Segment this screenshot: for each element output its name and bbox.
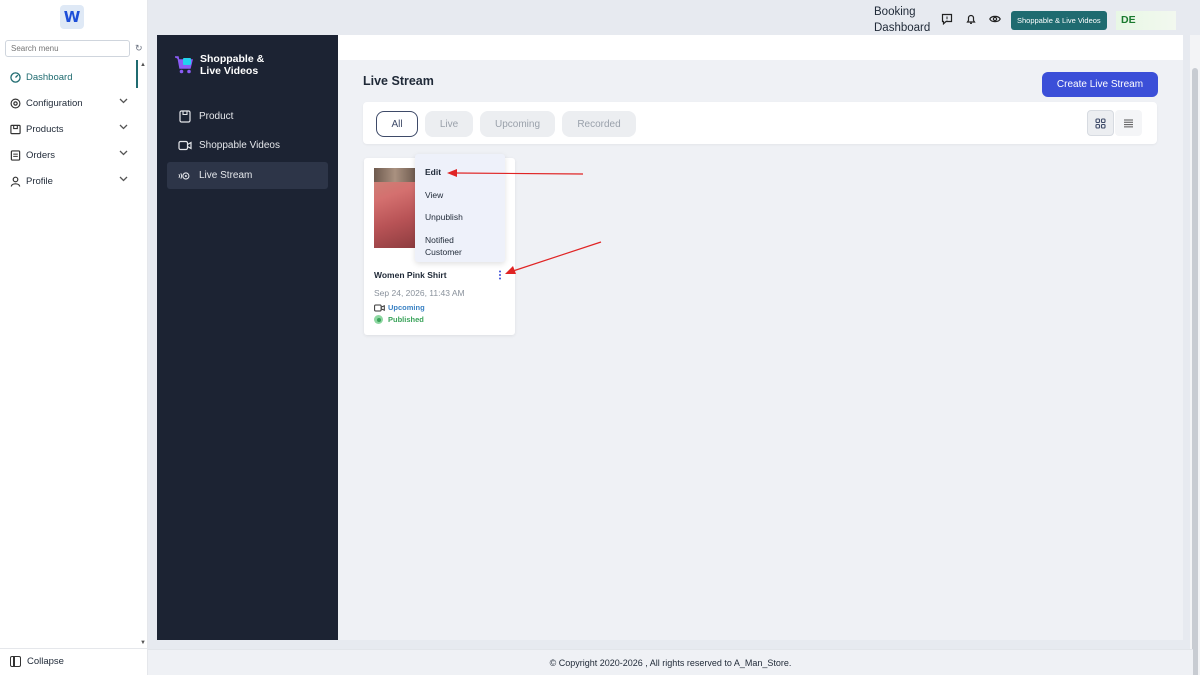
booking-dashboard-link[interactable]: Booking Dashboard [874,4,930,36]
sidebar-item-label: Orders [26,149,56,161]
create-live-stream-button[interactable]: Create Live Stream [1042,72,1158,97]
app-nav-label: Live Stream [199,170,253,181]
scroll-down-arrow-icon[interactable]: ▼ [140,640,146,646]
copyright-text: © Copyright 2020-2026 , All rights reser… [549,657,792,668]
status-badge: Upcoming [374,303,425,312]
app-nav: Shoppable & Live Videos Product Shoppabl… [157,35,338,640]
sidebar-item-configuration[interactable]: Configuration [0,90,140,116]
app-nav-item-product[interactable]: Product [167,103,328,130]
filter-bar: All Live Upcoming Recorded [363,102,1157,144]
menu-item-view[interactable]: View [425,189,443,201]
menu-item-notified[interactable]: Notified [425,234,454,246]
box-icon [10,124,21,135]
menu-item-edit[interactable]: Edit [425,166,441,178]
booking-line1: Booking [874,6,916,18]
filter-all[interactable]: All [376,111,418,137]
sidebar-item-label: Products [26,123,64,135]
top-header: Booking Dashboard Shoppable & Live Video… [148,0,1200,35]
chevron-down-icon [119,150,128,156]
main-content: Live Stream Create Live Stream All Live … [338,35,1183,640]
divider [0,648,148,649]
collapse-sidebar-icon [10,656,21,667]
sidebar-item-label: Profile [26,175,53,187]
app-nav-label: Product [199,111,234,122]
app-switcher-button[interactable]: Shoppable & Live Videos [1011,11,1107,30]
grid-icon [1095,117,1106,129]
content-top-bar [338,35,1183,60]
sidebar-item-profile[interactable]: Profile [0,168,140,194]
publish-badge: Published [374,315,424,324]
stream-name: Women Pink Shirt [374,270,447,280]
filter-live[interactable]: Live [425,111,473,137]
list-view-button[interactable] [1115,110,1142,136]
video-camera-icon [178,139,192,153]
app-brand: Shoppable & Live Videos [174,53,264,77]
shopping-cart-logo-icon [175,56,193,74]
chevron-down-icon [119,124,128,130]
publish-label: Published [388,315,424,324]
page-title: Live Stream [363,74,434,88]
sidebar-item-products[interactable]: Products [0,116,140,142]
filter-recorded[interactable]: Recorded [562,111,636,137]
app-title-line1: Shoppable & [200,53,265,65]
chat-icon[interactable] [941,13,953,25]
collapse-button[interactable]: Collapse [10,656,64,667]
page-scrollbar[interactable] [1190,35,1200,675]
scrollbar-thumb[interactable] [1192,68,1198,675]
chevron-down-icon [119,98,128,104]
sidebar-nav: Dashboard Configuration Products Orders [0,64,140,194]
sidebar-item-label: Dashboard [26,71,73,83]
collapse-label: Collapse [27,656,64,667]
app-nav-item-shoppable-videos[interactable]: Shoppable Videos [167,132,328,159]
app-nav-item-live-stream[interactable]: Live Stream [167,162,328,189]
eye-icon[interactable] [989,13,1001,25]
chevron-down-icon [119,176,128,182]
bell-icon[interactable] [965,13,977,25]
more-options-icon[interactable] [497,270,503,280]
orders-icon [10,149,21,161]
booking-line2: Dashboard [874,22,931,34]
status-label: Upcoming [388,303,425,312]
product-icon [178,110,192,124]
sidebar-item-orders[interactable]: Orders [0,142,140,168]
stream-thumbnail[interactable] [374,168,416,248]
menu-item-customer[interactable]: Customer [425,246,462,258]
user-icon [10,176,21,187]
filter-upcoming[interactable]: Upcoming [480,111,555,137]
refresh-icon[interactable]: ↻ [135,43,143,54]
stream-date: Sep 24, 2026, 11:43 AM [374,288,465,298]
app-logo[interactable]: W [60,5,84,29]
published-dot-icon [374,315,383,324]
search-menu-input[interactable] [5,40,130,57]
grid-view-button[interactable] [1087,110,1114,136]
gear-icon [10,98,21,109]
list-icon [1124,119,1133,128]
dashboard-icon [10,71,21,83]
video-camera-icon [374,304,385,311]
live-stream-icon [178,169,192,183]
language-selector[interactable]: DE [1116,11,1176,30]
app-title-line2: Live Videos [200,65,259,77]
app-nav-label: Shoppable Videos [199,140,280,151]
card-context-menu: Edit View Unpublish Notified Customer [415,154,505,262]
sidebar-item-label: Configuration [26,97,83,109]
sidebar-item-dashboard[interactable]: Dashboard [0,64,140,90]
main-sidebar: W ↻ ▲ Dashboard Configuration Products [0,0,148,675]
footer: © Copyright 2020-2026 , All rights reser… [148,649,1193,675]
menu-item-unpublish[interactable]: Unpublish [425,211,463,223]
scroll-up-arrow-icon[interactable]: ▲ [140,62,146,68]
